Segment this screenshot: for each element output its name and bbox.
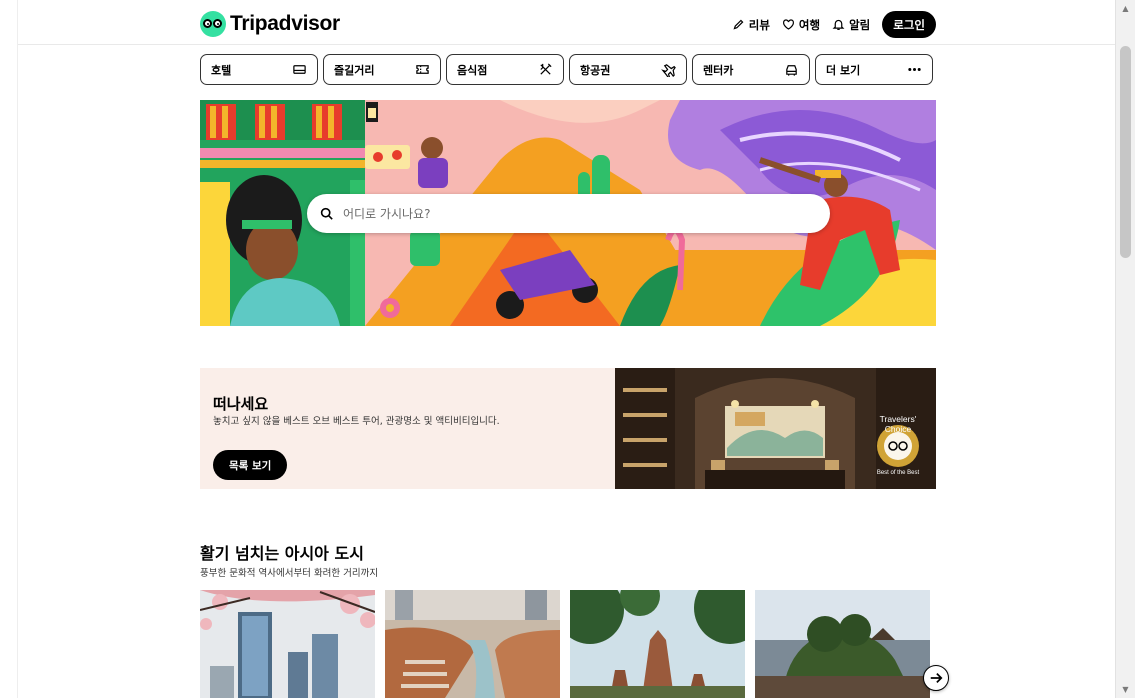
- ticket-icon: [416, 65, 429, 74]
- section-subtitle: 풍부한 문화적 역사에서부터 화려한 거리까지: [200, 568, 379, 579]
- category-label: 더 보기: [826, 63, 861, 77]
- category-label: 호텔: [211, 63, 232, 77]
- alerts-label: 알림: [849, 17, 871, 32]
- category-label: 음식점: [457, 63, 488, 77]
- scroll-up-arrow-icon[interactable]: ▲: [1116, 0, 1135, 17]
- view-list-button[interactable]: 목록 보기: [213, 450, 288, 480]
- scroll-thumb[interactable]: [1120, 46, 1131, 258]
- category-restaurants[interactable]: 음식점: [446, 54, 564, 85]
- section-title: 활기 넘치는 아시아 도시: [200, 544, 364, 563]
- badge-line-3: Best of the Best: [877, 470, 920, 476]
- plane-icon: [661, 64, 676, 77]
- bed-icon: [293, 65, 306, 74]
- search-bar[interactable]: [307, 194, 830, 233]
- header-divider: [18, 44, 1115, 45]
- category-bar: 호텔 즐길거리 음식점 항공권 렌터카 더 보기: [200, 54, 933, 85]
- tripadvisor-logo[interactable]: Tripadvisor: [200, 11, 340, 37]
- category-things-to-do[interactable]: 즐길거리: [323, 54, 441, 85]
- category-more[interactable]: 더 보기: [815, 54, 933, 85]
- promo-banner: 떠나세요 놓치고 싶지 않을 베스트 오브 베스트 투어, 관광명소 및 액티비…: [200, 368, 936, 489]
- city-card[interactable]: [200, 590, 375, 698]
- brand-name: Tripadvisor: [230, 12, 340, 35]
- search-input[interactable]: [343, 206, 763, 221]
- city-photo-stream: [385, 590, 560, 698]
- city-carousel: [200, 590, 930, 698]
- carousel-next-button[interactable]: [923, 665, 949, 691]
- arrow-right-icon: [930, 673, 943, 683]
- category-label: 즐길거리: [334, 63, 375, 77]
- category-rental-cars[interactable]: 렌터카: [692, 54, 810, 85]
- more-icon: [908, 68, 921, 71]
- promo-title: 떠나세요: [213, 395, 269, 413]
- city-card[interactable]: [385, 590, 560, 698]
- hero-banner: [200, 100, 936, 326]
- scroll-down-arrow-icon[interactable]: ▼: [1116, 681, 1135, 698]
- trips-label: 여행: [798, 17, 821, 32]
- promo-subtitle: 놓치고 싶지 않을 베스트 오브 베스트 투어, 관광명소 및 액티비티입니다.: [213, 416, 500, 427]
- badge-line-1: Travelers': [880, 414, 917, 424]
- login-button[interactable]: 로그인: [882, 11, 936, 38]
- badge-line-2: Choice: [885, 424, 912, 434]
- hotel-lobby-image: Travelers' Choice Best of the Best: [615, 368, 936, 489]
- search-icon: [320, 207, 333, 220]
- page-scrollbar[interactable]: ▲ ▼: [1115, 0, 1135, 698]
- owl-logo-icon: [200, 11, 226, 37]
- city-photo-temple: [570, 590, 745, 698]
- car-icon: [786, 65, 797, 76]
- review-label: 리뷰: [748, 17, 770, 32]
- city-card[interactable]: [755, 590, 930, 698]
- header-nav: 리뷰 여행 알림 로그인: [732, 11, 936, 38]
- category-label: 항공권: [580, 63, 611, 77]
- category-label: 렌터카: [703, 63, 734, 77]
- category-flights[interactable]: 항공권: [569, 54, 687, 85]
- city-photo-sea-temple: [755, 590, 930, 698]
- city-photo-skyline: [200, 590, 375, 698]
- window-left-edge: [0, 0, 18, 698]
- heart-icon: [782, 19, 794, 30]
- category-hotels[interactable]: 호텔: [200, 54, 318, 85]
- alerts-link[interactable]: 알림: [832, 17, 870, 33]
- utensils-icon: [540, 63, 552, 75]
- pencil-icon: [733, 19, 744, 30]
- bell-icon: [832, 19, 845, 30]
- city-card[interactable]: [570, 590, 745, 698]
- review-link[interactable]: 리뷰: [732, 17, 770, 33]
- trips-link[interactable]: 여행: [782, 17, 820, 33]
